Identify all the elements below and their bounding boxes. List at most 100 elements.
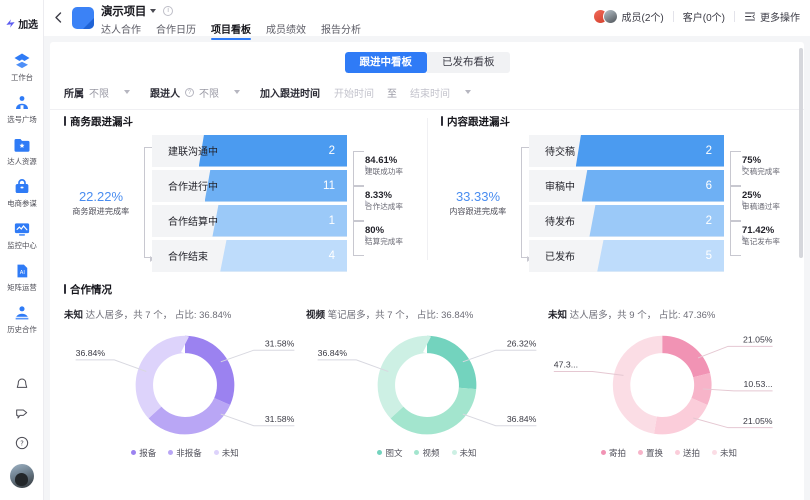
stage-label: 审稿中: [545, 182, 575, 193]
donut-chart: 26.32% 36.84% 36.84%: [306, 323, 548, 451]
funnel-conversion-rates: 84.61% 建联成功率 8.33% 合作达成率 80% 结算完成率: [353, 135, 419, 272]
filter-ownership[interactable]: 所属 不限: [64, 85, 130, 100]
donut-chart: 31.58% 31.58% 36.84%: [64, 323, 306, 451]
divider: [672, 11, 674, 22]
funnel-stage[interactable]: 建联沟通中 2: [152, 134, 347, 167]
chevron-down-icon[interactable]: [150, 8, 157, 13]
help-question-icon[interactable]: ?: [14, 435, 30, 451]
feedback-icon[interactable]: [14, 406, 30, 422]
members-button[interactable]: 成员(2个): [622, 9, 664, 24]
conversion-rate-item: 8.33% 合作达成率: [365, 190, 421, 213]
chevron-down-icon[interactable]: [234, 90, 240, 94]
overall-rate-value: 33.33%: [455, 188, 501, 204]
toggle-following-board[interactable]: 跟进中看板: [344, 52, 427, 73]
matrix-operation-icon: AI: [17, 264, 27, 278]
more-actions-button[interactable]: 更多操作: [760, 9, 800, 24]
info-circle-icon[interactable]: i: [163, 5, 174, 16]
connector: [353, 220, 369, 256]
donut-label: 47.3...: [554, 359, 578, 369]
conversion-label: 结算完成率: [365, 237, 403, 247]
section-title-text: 合作情况: [70, 283, 112, 296]
section-title: 合作情况: [64, 282, 790, 297]
back-button[interactable]: [50, 9, 67, 26]
sidebar-item-matrix-operation[interactable]: AI 矩阵运营: [0, 256, 44, 298]
section-title-text: 商务跟进漏斗: [70, 115, 133, 128]
sidebar-item-history-cooperation[interactable]: 历史合作: [0, 298, 44, 340]
stage-label: 建联沟通中: [168, 147, 218, 158]
board-toggle-group: 跟进中看板 已发布看板: [344, 52, 510, 73]
conversion-rate-item: 84.61% 建联成功率: [365, 155, 421, 178]
conversion-rate-item: 75% 交稿完成率: [742, 155, 798, 178]
page-body: 跟进中看板 已发布看板 所属 不限 跟进人 ? 不限 加入跟进时间 开始时间 至…: [44, 36, 810, 500]
conversion-label: 审稿通过率: [742, 202, 780, 212]
filter-follower[interactable]: 跟进人 ? 不限: [150, 85, 240, 100]
funnel-body: 22.22% 商务跟进完成率 建联沟通中 2 合作进行中 11 合作结算中 1 …: [64, 134, 419, 272]
header-middle: 演示项目 i 达人合作 合作日历 项目看板 成员绩效 报告分析: [101, 0, 593, 40]
divider: [734, 11, 735, 22]
question-circle-icon[interactable]: ?: [185, 87, 194, 97]
member-avatars[interactable]: [592, 9, 618, 24]
project-title-row: 演示项目 i: [101, 3, 593, 18]
clients-button[interactable]: 客户(0个): [683, 9, 725, 24]
funnel-conversion-rates: 75% 交稿完成率 25% 审稿通过率 71.42% 笔记发布率: [730, 135, 796, 272]
sidebar-item-ecommerce-advisor[interactable]: 电商参谋: [0, 172, 44, 214]
stage-bar: 2: [589, 204, 724, 237]
user-avatar[interactable]: [9, 464, 34, 488]
donut-card-cooperation-type: 未知 达人居多，共 9 个， 占比: 47.36% 21.05% 10.53..…: [548, 303, 790, 459]
donut-label: 10.53...: [744, 379, 773, 389]
funnel-stage[interactable]: 待交稿 2: [529, 134, 724, 167]
conversion-label: 笔记发布率: [742, 237, 780, 247]
page-title: 演示项目: [101, 5, 147, 18]
business-funnel-card: 商务跟进漏斗 22.22% 商务跟进完成率 建联沟通中 2 合作进行中 11 合…: [50, 114, 427, 272]
stage-value: 2: [705, 214, 712, 227]
stage-label: 合作结束: [168, 252, 208, 263]
ecommerce-advisor-icon: [15, 179, 28, 193]
connector: [353, 150, 369, 186]
funnel-stage[interactable]: 已发布 5: [529, 239, 724, 272]
account-plaza-icon: [15, 96, 28, 109]
funnel-body: 33.33% 内容跟进完成率 待交稿 2 审稿中 6 待发布 2 已发布 5 7…: [441, 134, 796, 272]
funnel-stage[interactable]: 待发布 2: [529, 204, 724, 237]
donut-card-note-type: 视频 笔记居多，共 7 个， 占比: 36.84% 26.32% 36.84% …: [306, 303, 548, 459]
conversion-rate-item: 71.42% 笔记发布率: [742, 225, 798, 248]
start-time-input[interactable]: 开始时间: [334, 85, 374, 100]
sidebar-item-monitor-center[interactable]: 监控中心: [0, 214, 44, 256]
conversion-pct: 84.61%: [365, 154, 398, 166]
funnel-stage[interactable]: 合作进行中 11: [152, 169, 347, 202]
section-bar: [64, 116, 66, 126]
end-time-input[interactable]: 结束时间: [410, 85, 450, 100]
donut-subtitle: 未知 达人居多，共 7 个， 占比: 36.84%: [64, 307, 306, 321]
brand-logo[interactable]: 加选: [5, 0, 38, 34]
filter-value: 不限: [89, 88, 109, 100]
filter-value: 不限: [199, 88, 219, 100]
stage-value: 4: [328, 249, 335, 262]
board-sheet: 跟进中看板 已发布看板 所属 不限 跟进人 ? 不限 加入跟进时间 开始时间 至…: [50, 42, 804, 500]
stage-label: 待交稿: [545, 147, 575, 158]
sidebar-item-workbench[interactable]: 工作台: [0, 46, 44, 88]
donut-subtitle: 未知 达人居多，共 9 个， 占比: 47.36%: [548, 307, 790, 321]
sidebar-item-influencer-resource[interactable]: 达人资源: [0, 130, 44, 172]
vertical-scrollbar[interactable]: [799, 48, 803, 258]
bell-icon[interactable]: [14, 377, 30, 393]
chevron-down-icon[interactable]: [124, 90, 130, 94]
toggle-published-board[interactable]: 已发布看板: [427, 52, 510, 73]
more-actions-icon[interactable]: [744, 11, 756, 22]
stage-label: 合作进行中: [168, 182, 218, 193]
chevron-down-icon[interactable]: [465, 90, 471, 94]
donut-label: 36.84%: [318, 348, 348, 358]
filter-join-time[interactable]: 加入跟进时间 开始时间 至 结束时间: [260, 85, 471, 100]
funnel-stage[interactable]: 合作结算中 1: [152, 204, 347, 237]
stage-bar: 11: [204, 169, 347, 202]
donut-subtitle-highlight: 视频: [306, 309, 326, 321]
funnel-stages: 建联沟通中 2 合作进行中 11 合作结算中 1 合作结束 4: [152, 134, 347, 272]
overall-rate-label: 内容跟进完成率: [449, 206, 507, 216]
connector: [730, 185, 746, 221]
funnel-stage[interactable]: 审稿中 6: [529, 169, 724, 202]
funnel-stage[interactable]: 合作结束 4: [152, 239, 347, 272]
sidebar-item-account-plaza[interactable]: 选号广场: [0, 88, 44, 130]
donut-subtitle-highlight: 未知: [548, 309, 568, 321]
donut-subtitle-rest: 达人居多，共 9 个， 占比: 47.36%: [567, 309, 716, 321]
conversion-pct: 75%: [742, 154, 762, 166]
monitor-center-icon: [14, 223, 29, 236]
conversion-label: 建联成功率: [365, 167, 403, 177]
